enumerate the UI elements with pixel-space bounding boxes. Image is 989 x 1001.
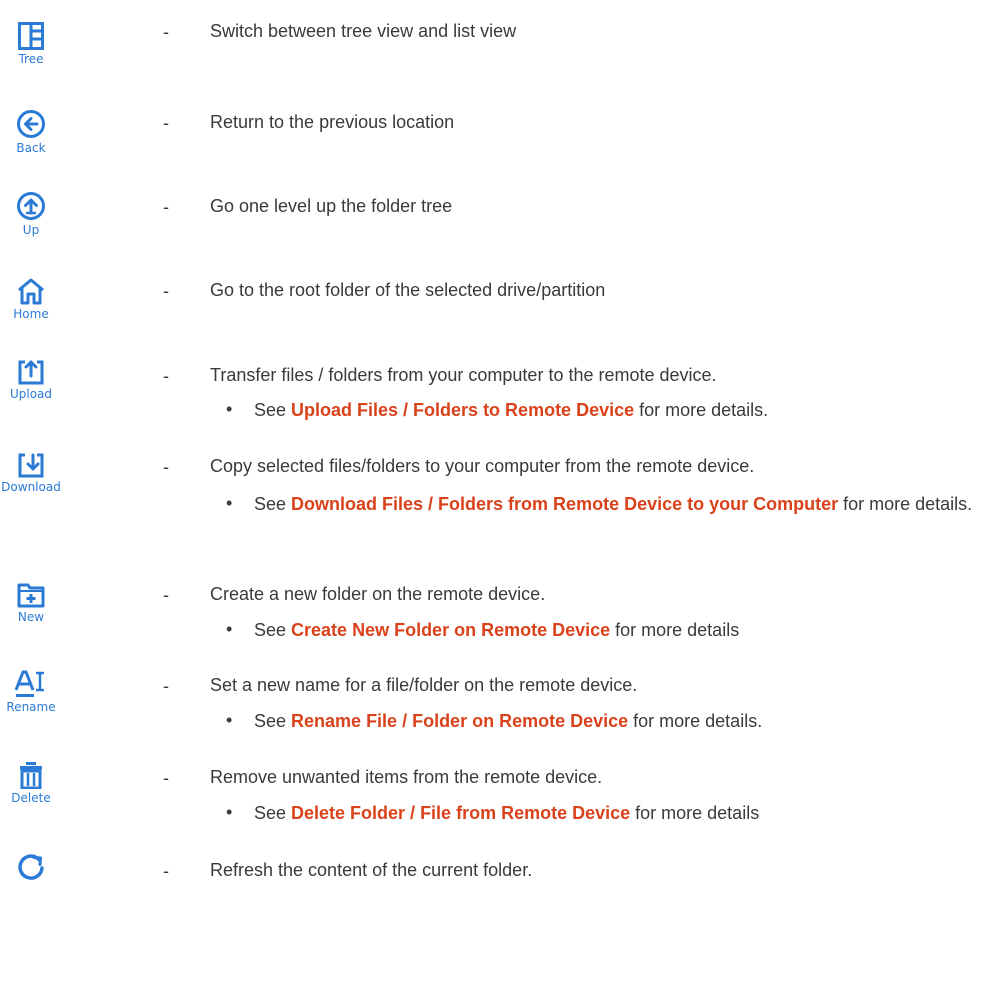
delete-button[interactable]: Delete [0, 761, 62, 805]
download-button[interactable]: Download [0, 452, 62, 494]
download-label: Download [1, 480, 61, 494]
up-button[interactable]: Up [0, 191, 62, 237]
description: Set a new name for a file/folder on the … [210, 675, 638, 695]
back-arrow-icon [17, 110, 45, 138]
see-suffix: for more details [630, 803, 760, 823]
rename-details-link[interactable]: Rename File / Folder on Remote Device [291, 711, 628, 731]
description: Return to the previous location [210, 112, 455, 132]
description: Go one level up the folder tree [210, 196, 453, 216]
see-note: See Upload Files / Folders to Remote Dev… [254, 398, 989, 422]
bullet: • [226, 710, 233, 730]
see-note: See Rename File / Folder on Remote Devic… [254, 709, 989, 733]
rename-icon [14, 670, 44, 697]
description: Switch between tree view and list view [210, 21, 517, 41]
bullet: • [226, 399, 233, 419]
bullet: • [226, 802, 233, 822]
see-prefix: See [254, 803, 292, 823]
upload-label: Upload [9, 387, 53, 401]
bullet: • [226, 619, 233, 639]
home-icon [18, 278, 44, 305]
see-suffix: for more details. [628, 711, 763, 731]
new-folder-icon [17, 583, 45, 608]
delete-icon [20, 762, 42, 789]
dash: - [163, 861, 169, 881]
dash: - [163, 585, 169, 605]
tree-button[interactable]: Tree [0, 22, 62, 66]
dash: - [163, 676, 169, 696]
dash: - [163, 366, 169, 386]
see-prefix: See [254, 400, 292, 420]
description: Refresh the content of the current folde… [210, 860, 533, 880]
rename-button[interactable]: Rename [0, 670, 62, 714]
see-prefix: See [254, 620, 292, 640]
back-label: Back [16, 141, 46, 155]
dash: - [163, 22, 169, 42]
description: Go to the root folder of the selected dr… [210, 280, 606, 300]
dash: - [163, 113, 169, 133]
see-note: See Delete Folder / File from Remote Dev… [254, 801, 989, 825]
refresh-button[interactable] [0, 853, 62, 885]
delete-label: Delete [11, 791, 51, 805]
see-suffix: for more details. [838, 494, 973, 514]
bullet: • [226, 493, 233, 513]
see-suffix: for more details. [634, 400, 769, 420]
new-folder-button[interactable]: New [0, 582, 62, 624]
upload-button[interactable]: Upload [0, 359, 62, 401]
tree-view-icon [18, 22, 44, 50]
description: Copy selected files/folders to your comp… [210, 456, 755, 476]
home-button[interactable]: Home [0, 277, 62, 321]
tree-label: Tree [18, 52, 44, 66]
dash: - [163, 281, 169, 301]
upload-details-link[interactable]: Upload Files / Folders to Remote Device [291, 400, 634, 420]
see-prefix: See [254, 494, 292, 514]
see-note: See Download Files / Folders from Remote… [254, 492, 989, 516]
see-prefix: See [254, 711, 292, 731]
dash: - [163, 457, 169, 477]
see-note: See Create New Folder on Remote Device f… [254, 618, 989, 642]
up-arrow-icon [17, 192, 45, 220]
description: Remove unwanted items from the remote de… [210, 767, 603, 787]
description: Create a new folder on the remote device… [210, 584, 546, 604]
upload-icon [18, 360, 44, 385]
dash: - [163, 197, 169, 217]
dash: - [163, 768, 169, 788]
download-details-link[interactable]: Download Files / Folders from Remote Dev… [291, 494, 838, 514]
home-label: Home [13, 307, 49, 321]
description: Transfer files / folders from your compu… [210, 365, 717, 385]
up-label: Up [22, 223, 40, 237]
refresh-icon [18, 854, 44, 880]
delete-details-link[interactable]: Delete Folder / File from Remote Device [291, 803, 630, 823]
rename-label: Rename [6, 700, 56, 714]
back-button[interactable]: Back [0, 109, 62, 155]
see-suffix: for more details [610, 620, 740, 640]
download-icon [18, 453, 44, 478]
new-folder-details-link[interactable]: Create New Folder on Remote Device [291, 620, 610, 640]
new-label: New [17, 610, 45, 624]
